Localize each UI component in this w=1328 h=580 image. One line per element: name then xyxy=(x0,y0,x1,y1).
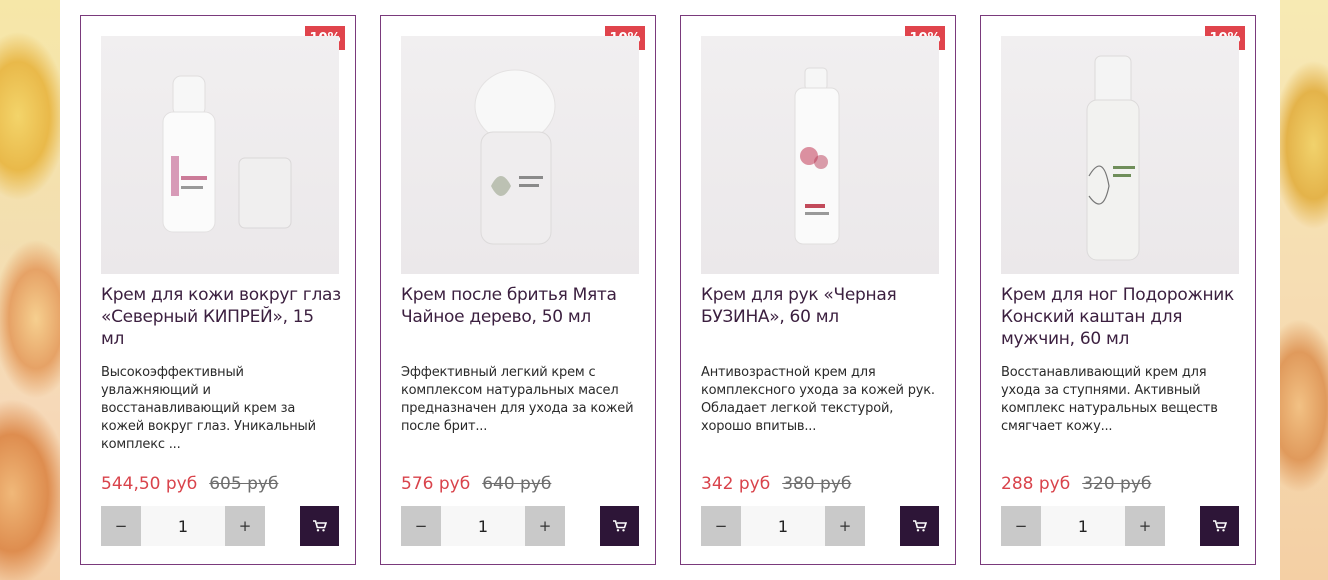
product-image[interactable] xyxy=(401,36,639,274)
quantity-input[interactable]: 1 xyxy=(141,506,225,546)
product-card: 10% Крем после бритья Мята Чайное дерево… xyxy=(380,15,656,565)
product-image[interactable] xyxy=(101,36,339,274)
product-image[interactable] xyxy=(701,36,939,274)
product-title[interactable]: Крем для рук «Черная БУЗИНА», 60 мл xyxy=(701,284,941,328)
decrease-button[interactable]: − xyxy=(1001,506,1041,546)
decrease-button[interactable]: − xyxy=(101,506,141,546)
quantity-stepper: − 1 + xyxy=(401,506,565,546)
quantity-input[interactable]: 1 xyxy=(1041,506,1125,546)
background-leaves-right xyxy=(1280,0,1328,580)
price-row: 342 руб 380 руб xyxy=(701,474,941,498)
product-title[interactable]: Крем для ног Подорожник Конский каштан д… xyxy=(1001,284,1241,350)
product-card: 10% Крем для ног Подорожник Конский кашт… xyxy=(980,15,1256,565)
current-price: 576 руб xyxy=(401,474,471,494)
add-to-cart-button[interactable] xyxy=(1200,506,1239,546)
old-price: 320 руб xyxy=(1082,474,1152,494)
product-grid: 10% Крем для кожи вокруг глаз «Северный … xyxy=(60,0,1280,580)
product-description: Восстанавливающий крем для ухода за ступ… xyxy=(1001,365,1218,434)
add-to-cart-button[interactable] xyxy=(300,506,339,546)
price-row: 544,50 руб 605 руб xyxy=(101,474,341,498)
product-card: 10% Крем для кожи вокруг глаз «Северный … xyxy=(80,15,356,565)
product-card: 10% Крем для рук «Черная БУЗИНА», 60 мл … xyxy=(680,15,956,565)
decrease-button[interactable]: − xyxy=(401,506,441,546)
quantity-input[interactable]: 1 xyxy=(741,506,825,546)
increase-button[interactable]: + xyxy=(525,506,565,546)
quantity-stepper: − 1 + xyxy=(701,506,865,546)
quantity-stepper: − 1 + xyxy=(1001,506,1165,546)
add-to-cart-button[interactable] xyxy=(600,506,639,546)
increase-button[interactable]: + xyxy=(1125,506,1165,546)
quantity-stepper: − 1 + xyxy=(101,506,265,546)
product-image[interactable] xyxy=(1001,36,1239,274)
add-to-cart-button[interactable] xyxy=(900,506,939,546)
product-description: Высокоэффективный увлажняющий и восстана… xyxy=(101,365,316,452)
product-title[interactable]: Крем после бритья Мята Чайное дерево, 50… xyxy=(401,284,641,328)
decrease-button[interactable]: − xyxy=(701,506,741,546)
increase-button[interactable]: + xyxy=(225,506,265,546)
current-price: 342 руб xyxy=(701,474,771,494)
background-leaves-left xyxy=(0,0,60,580)
price-row: 576 руб 640 руб xyxy=(401,474,641,498)
cart-icon xyxy=(612,520,627,532)
price-row: 288 руб 320 руб xyxy=(1001,474,1241,498)
cart-icon xyxy=(312,520,327,532)
quantity-input[interactable]: 1 xyxy=(441,506,525,546)
increase-button[interactable]: + xyxy=(825,506,865,546)
old-price: 605 руб xyxy=(209,474,279,494)
current-price: 544,50 руб xyxy=(101,474,198,494)
product-title[interactable]: Крем для кожи вокруг глаз «Северный КИПР… xyxy=(101,284,341,350)
product-description: Антивозрастной крем для комплексного ухо… xyxy=(701,365,935,434)
cart-icon xyxy=(912,520,927,532)
cart-icon xyxy=(1212,520,1227,532)
old-price: 380 руб xyxy=(782,474,852,494)
product-description: Эффективный легкий крем с комплексом нат… xyxy=(401,365,634,434)
current-price: 288 руб xyxy=(1001,474,1071,494)
old-price: 640 руб xyxy=(482,474,552,494)
